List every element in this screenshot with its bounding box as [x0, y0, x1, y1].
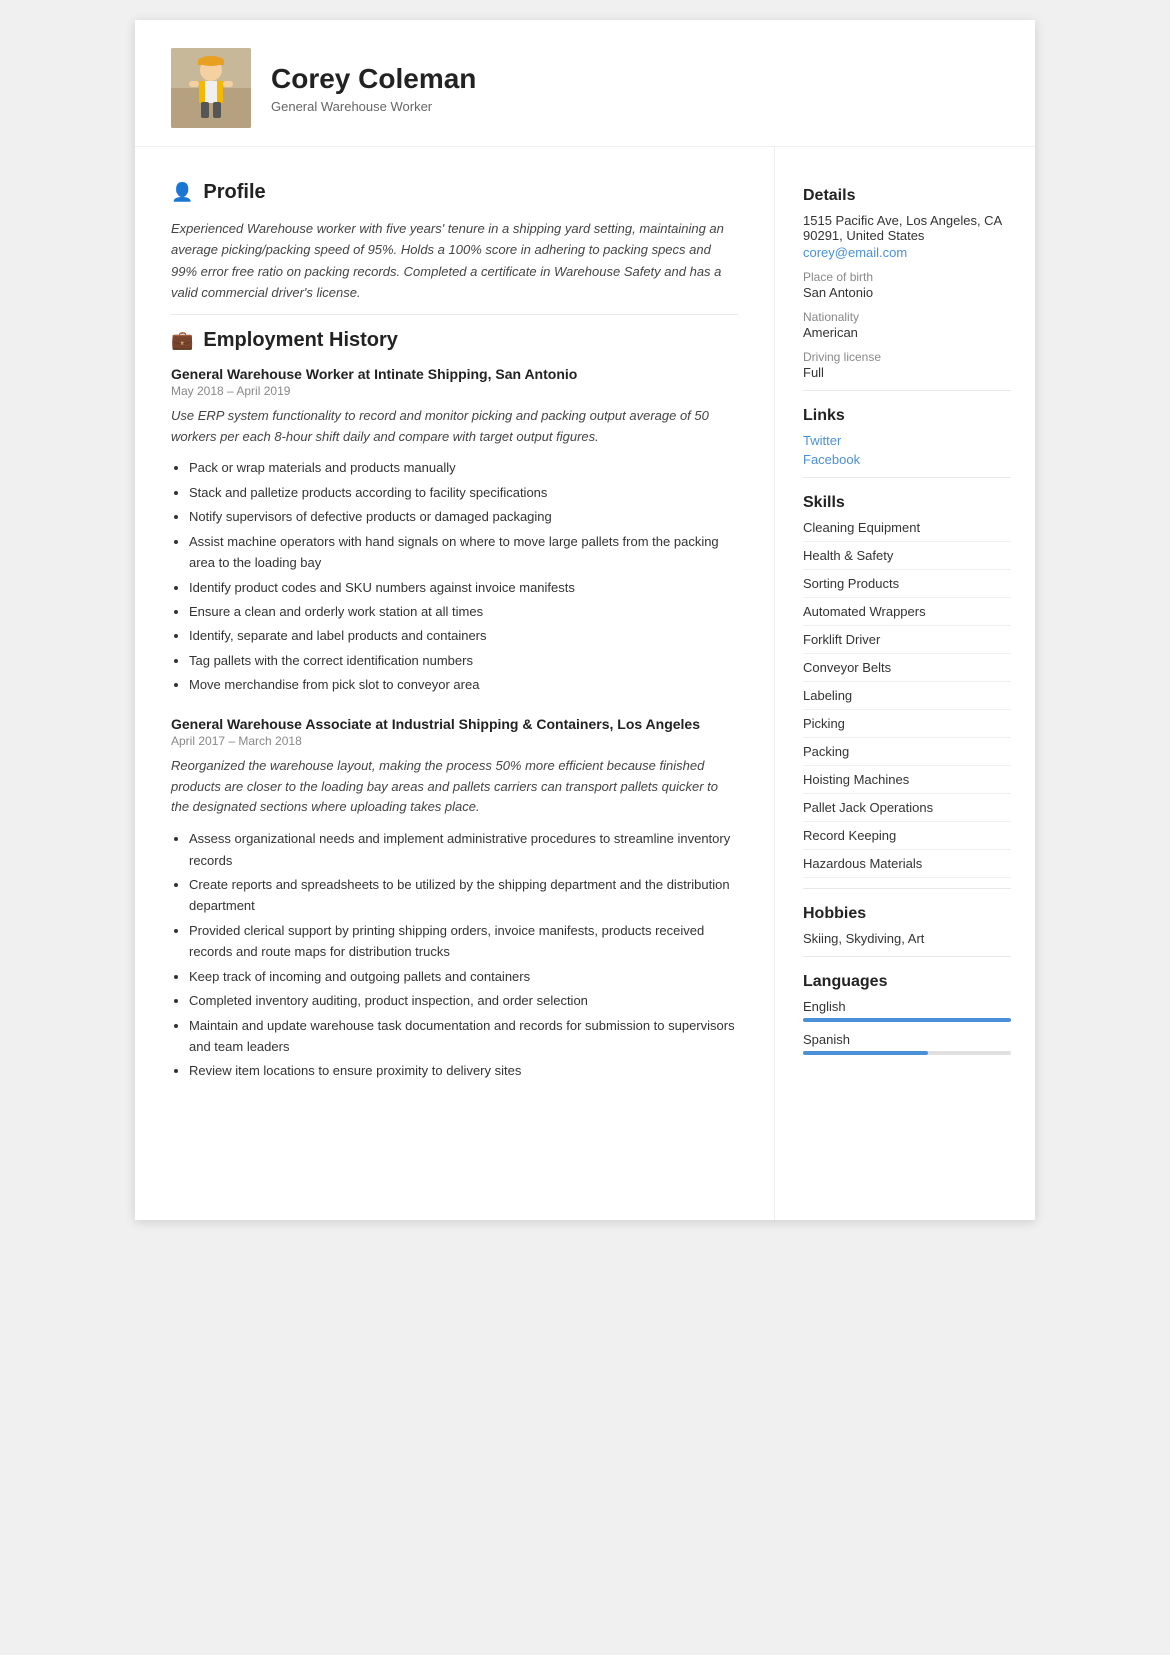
- link-facebook[interactable]: Facebook: [803, 452, 1011, 467]
- divider-hobbies: [803, 888, 1011, 889]
- divider-languages: [803, 956, 1011, 957]
- link-twitter[interactable]: Twitter: [803, 433, 1011, 448]
- language-english: English: [803, 999, 1011, 1022]
- list-item: Keep track of incoming and outgoing pall…: [189, 966, 738, 987]
- job-1-date: May 2018 – April 2019: [171, 384, 738, 398]
- job-1-title: General Warehouse Worker at Intinate Shi…: [171, 366, 738, 382]
- skill-item: Sorting Products: [803, 576, 1011, 598]
- hobbies-text: Skiing, Skydiving, Art: [803, 931, 1011, 946]
- skill-item: Record Keeping: [803, 828, 1011, 850]
- lang-name-english: English: [803, 999, 1011, 1014]
- hobbies-heading: Hobbies: [803, 905, 1011, 923]
- job-2-title: General Warehouse Associate at Industria…: [171, 716, 738, 732]
- list-item: Identify, separate and label products an…: [189, 625, 738, 646]
- list-item: Maintain and update warehouse task docum…: [189, 1015, 738, 1058]
- header-text: Corey Coleman General Warehouse Worker: [271, 63, 476, 114]
- detail-address: 1515 Pacific Ave, Los Angeles, CA 90291,…: [803, 213, 1011, 243]
- job-1-bullets: Pack or wrap materials and products manu…: [171, 457, 738, 695]
- detail-email[interactable]: corey@email.com: [803, 245, 1011, 260]
- skill-item: Conveyor Belts: [803, 660, 1011, 682]
- skill-item: Hoisting Machines: [803, 772, 1011, 794]
- main-layout: 👤 Profile Experienced Warehouse worker w…: [135, 147, 1035, 1220]
- profile-label: Profile: [203, 181, 265, 204]
- job-2-bullets: Assess organizational needs and implemen…: [171, 828, 738, 1082]
- skill-item: Forklift Driver: [803, 632, 1011, 654]
- employment-icon: 💼: [171, 330, 193, 351]
- skill-item: Hazardous Materials: [803, 856, 1011, 878]
- skill-item: Cleaning Equipment: [803, 520, 1011, 542]
- employment-label: Employment History: [203, 329, 397, 352]
- skills-heading: Skills: [803, 494, 1011, 512]
- detail-place-of-birth: San Antonio: [803, 285, 1011, 300]
- job-2-date: April 2017 – March 2018: [171, 734, 738, 748]
- left-column: 👤 Profile Experienced Warehouse worker w…: [135, 147, 775, 1220]
- resume-container: Corey Coleman General Warehouse Worker 👤…: [135, 20, 1035, 1220]
- right-column: Details 1515 Pacific Ave, Los Angeles, C…: [775, 147, 1035, 1220]
- divider-skills: [803, 477, 1011, 478]
- lang-bar-fill-spanish: [803, 1051, 928, 1055]
- profile-text: Experienced Warehouse worker with five y…: [171, 218, 738, 304]
- job-1-desc: Use ERP system functionality to record a…: [171, 406, 738, 448]
- list-item: Create reports and spreadsheets to be ut…: [189, 874, 738, 917]
- profile-icon: 👤: [171, 182, 193, 203]
- resume-header: Corey Coleman General Warehouse Worker: [135, 20, 1035, 147]
- list-item: Assess organizational needs and implemen…: [189, 828, 738, 871]
- links-heading: Links: [803, 407, 1011, 425]
- lang-bar-fill-english: [803, 1018, 1011, 1022]
- list-item: Notify supervisors of defective products…: [189, 506, 738, 527]
- list-item: Ensure a clean and orderly work station …: [189, 601, 738, 622]
- lang-bar-bg-spanish: [803, 1051, 1011, 1055]
- list-item: Stack and palletize products according t…: [189, 482, 738, 503]
- skill-item: Picking: [803, 716, 1011, 738]
- candidate-name: Corey Coleman: [271, 63, 476, 95]
- divider-1: [171, 314, 738, 315]
- list-item: Pack or wrap materials and products manu…: [189, 457, 738, 478]
- job-2: General Warehouse Associate at Industria…: [171, 716, 738, 1082]
- avatar: [171, 48, 251, 128]
- skill-item: Packing: [803, 744, 1011, 766]
- details-heading: Details: [803, 187, 1011, 205]
- skill-item: Pallet Jack Operations: [803, 800, 1011, 822]
- list-item: Move merchandise from pick slot to conve…: [189, 674, 738, 695]
- list-item: Assist machine operators with hand signa…: [189, 531, 738, 574]
- employment-section-heading: 💼 Employment History: [171, 329, 738, 352]
- job-2-desc: Reorganized the warehouse layout, making…: [171, 756, 738, 818]
- lang-name-spanish: Spanish: [803, 1032, 1011, 1047]
- language-spanish: Spanish: [803, 1032, 1011, 1055]
- place-of-birth-label: Place of birth: [803, 270, 1011, 284]
- lang-bar-bg-english: [803, 1018, 1011, 1022]
- list-item: Review item locations to ensure proximit…: [189, 1060, 738, 1081]
- list-item: Tag pallets with the correct identificat…: [189, 650, 738, 671]
- detail-nationality: American: [803, 325, 1011, 340]
- job-1: General Warehouse Worker at Intinate Shi…: [171, 366, 738, 696]
- candidate-subtitle: General Warehouse Worker: [271, 99, 476, 114]
- detail-driving-license: Full: [803, 365, 1011, 380]
- list-item: Provided clerical support by printing sh…: [189, 920, 738, 963]
- languages-heading: Languages: [803, 973, 1011, 991]
- skill-item: Labeling: [803, 688, 1011, 710]
- divider-links: [803, 390, 1011, 391]
- list-item: Completed inventory auditing, product in…: [189, 990, 738, 1011]
- nationality-label: Nationality: [803, 310, 1011, 324]
- skill-item: Health & Safety: [803, 548, 1011, 570]
- skill-item: Automated Wrappers: [803, 604, 1011, 626]
- list-item: Identify product codes and SKU numbers a…: [189, 577, 738, 598]
- driving-license-label: Driving license: [803, 350, 1011, 364]
- profile-section-heading: 👤 Profile: [171, 181, 738, 204]
